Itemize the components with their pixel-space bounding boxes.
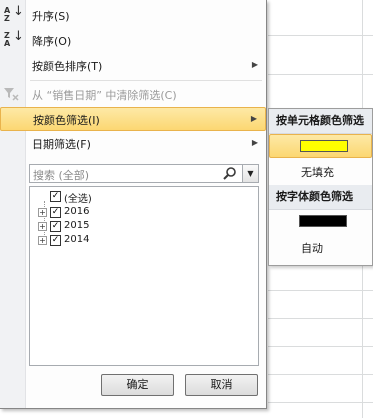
expand-icon[interactable]: + [38,236,47,245]
sort-descending-item[interactable]: Z A ↓ 降序(O) [0,29,266,53]
clear-filter-icon [2,86,22,104]
clear-filter-item: 从 “销售日期” 中清除筛选(C) [0,83,266,107]
checkbox-icon[interactable]: ✓ [50,235,61,246]
sort-asc-icon: A Z ↓ [4,4,24,23]
sort-by-color-label: 按颜色排序(T) [32,60,103,73]
filter-by-color-item[interactable]: 按颜色筛选(I) ▶ [0,107,266,131]
sort-ascending-label: 升序(S) [32,10,70,23]
submenu-arrow-icon: ▶ [251,138,258,147]
ok-button[interactable]: 确定 [101,374,174,396]
font-color-header: 按字体颜色筛选 [269,185,372,210]
cancel-button[interactable]: 取消 [185,374,258,396]
submenu-arrow-icon: ▶ [250,114,257,123]
no-fill-label: 无填充 [301,166,334,179]
filter-by-color-label: 按颜色筛选(I) [33,114,100,127]
tree-node-year[interactable]: + ✓ 2016 [38,206,158,220]
date-filter-item[interactable]: 日期筛选(F) ▶ [0,132,266,156]
sort-desc-icon: Z A ↓ [4,29,24,48]
checkbox-icon[interactable]: ✓ [50,191,61,202]
no-fill-option[interactable]: 无填充 [269,159,372,183]
sort-by-color-item[interactable]: 按颜色排序(T) ▶ [0,54,266,78]
expand-icon[interactable]: + [38,208,47,217]
search-placeholder: 搜索 (全部) [33,169,90,182]
sort-ascending-item[interactable]: A Z ↓ 升序(S) [0,4,266,28]
autofilter-menu: A Z ↓ 升序(S) Z A ↓ 降序(O) 按颜色排序(T) ▶ 从 “销售日期” … [0,0,267,409]
expand-icon[interactable]: + [38,222,47,231]
checkbox-icon[interactable]: ✓ [50,221,61,232]
checkbox-icon[interactable]: ✓ [50,207,61,218]
auto-label: 自动 [301,242,323,255]
submenu-arrow-icon: ▶ [251,60,258,69]
search-icon[interactable] [222,165,238,182]
select-all-label: (全选) [64,194,92,205]
tree-node-year[interactable]: + ✓ 2015 [38,220,158,234]
year-label: 2015 [64,220,90,231]
date-filter-label: 日期筛选(F) [32,138,91,151]
black-swatch [299,215,347,227]
auto-color-option[interactable]: 自动 [269,235,372,259]
cell-color-header: 按单元格颜色筛选 [269,109,372,134]
menu-separator [30,80,262,81]
yellow-swatch [300,140,348,152]
dropdown-arrow-icon[interactable]: ▼ [242,165,258,182]
select-all-node[interactable]: ✓ (全选) [50,190,170,205]
year-label: 2016 [64,206,90,217]
filter-value-list: ✓ (全选) + ✓ 2016 + ✓ 2015 + ✓ 2014 [29,186,259,366]
cell-color-option-yellow[interactable] [269,134,372,158]
clear-filter-label: 从 “销售日期” 中清除筛选(C) [32,89,177,102]
sort-descending-label: 降序(O) [32,35,72,48]
year-label: 2014 [64,234,90,245]
tree-node-year[interactable]: + ✓ 2014 [38,234,158,248]
search-input[interactable]: 搜索 (全部) ▼ [29,164,259,183]
color-filter-submenu: 按单元格颜色筛选 无填充 按字体颜色筛选 自动 [268,108,373,266]
font-color-option-black[interactable] [269,210,372,234]
